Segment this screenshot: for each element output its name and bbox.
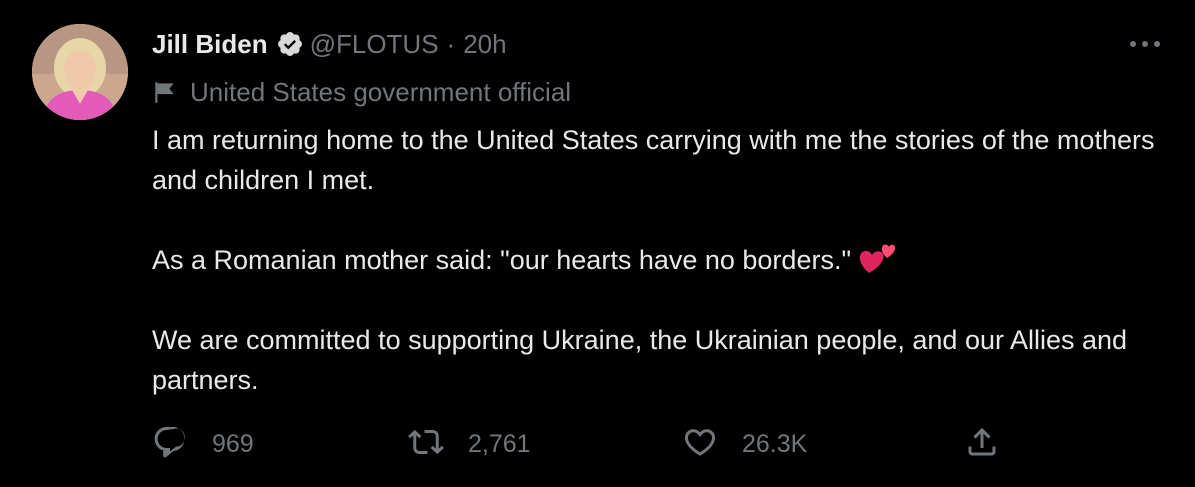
verified-badge-icon (276, 30, 304, 58)
retweet-icon (408, 424, 444, 465)
like-button[interactable]: 26.3K (682, 424, 807, 464)
avatar-image (32, 24, 128, 120)
author-handle[interactable]: @FLOTUS (310, 29, 439, 60)
tweet-text: I am returning home to the United States… (152, 120, 1172, 400)
reply-count: 969 (212, 429, 254, 458)
retweet-count: 2,761 (468, 429, 531, 458)
two-hearts-icon (859, 241, 897, 275)
like-count: 26.3K (742, 429, 808, 458)
share-button[interactable] (964, 424, 1000, 464)
more-icon[interactable] (1129, 30, 1161, 58)
tweet-paragraph: I am returning home to the United States… (152, 125, 1155, 195)
tweet-paragraph-text: As a Romanian mother said: "our hearts h… (152, 245, 852, 275)
timestamp[interactable]: 20h (463, 29, 506, 60)
government-label[interactable]: United States government official (152, 74, 571, 110)
separator-dot: · (446, 28, 456, 59)
tweet-paragraph: As a Romanian mother said: "our hearts h… (152, 240, 1172, 280)
tweet-paragraph: We are committed to supporting Ukraine, … (152, 325, 1128, 395)
reply-button[interactable]: 969 (152, 424, 254, 464)
share-icon (964, 424, 1000, 465)
reply-icon (152, 424, 188, 465)
retweet-button[interactable]: 2,761 (408, 424, 531, 464)
like-icon (682, 424, 718, 465)
avatar[interactable] (32, 24, 128, 120)
government-label-text: United States government official (190, 76, 572, 107)
flag-icon (152, 79, 178, 105)
tweet[interactable]: Jill Biden @FLOTUS · 20h United States g… (0, 0, 1195, 487)
author-name[interactable]: Jill Biden (152, 29, 268, 60)
tweet-header: Jill Biden @FLOTUS · 20h (152, 24, 507, 64)
